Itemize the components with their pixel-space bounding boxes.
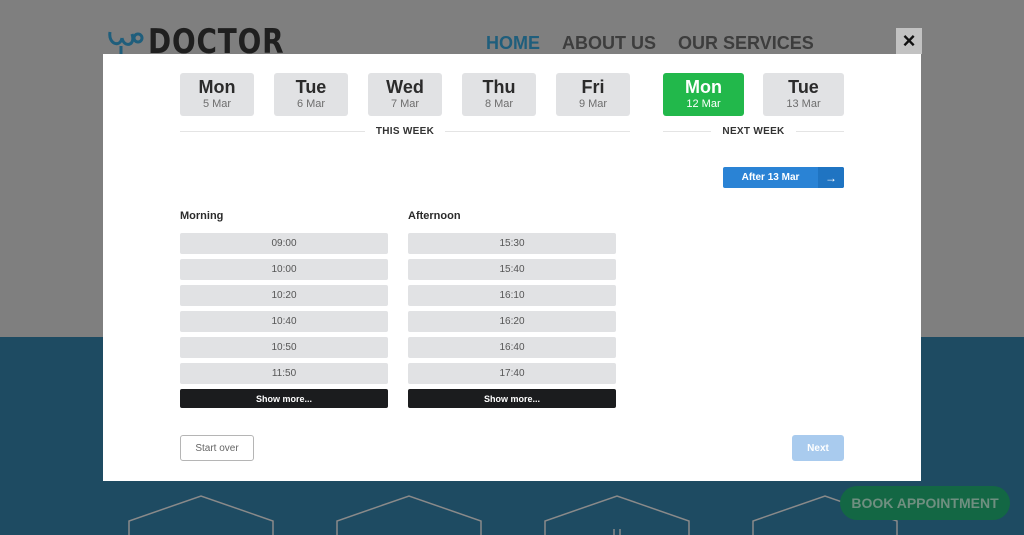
- this-week-label: THIS WEEK: [375, 125, 435, 137]
- day-thu-8-mar[interactable]: Thu 8 Mar: [462, 73, 536, 116]
- divider-line: [180, 130, 365, 132]
- nav-home[interactable]: HOME: [486, 33, 540, 54]
- next-button[interactable]: Next: [792, 435, 844, 461]
- after-button-label: After 13 Mar: [741, 172, 800, 183]
- day-date: 13 Mar: [786, 98, 821, 110]
- day-date: 9 Mar: [578, 98, 608, 110]
- booking-modal: Mon 5 Mar Tue 6 Mar Wed 7 Mar Thu 8 Mar …: [103, 54, 921, 481]
- day-name: Fri: [581, 77, 605, 97]
- time-slot[interactable]: 16:10: [408, 285, 616, 306]
- divider-line: [795, 130, 844, 132]
- morning-title: Morning: [180, 210, 224, 222]
- time-slot[interactable]: 15:30: [408, 233, 616, 254]
- day-name: Tue: [788, 77, 819, 97]
- day-name: Tue: [295, 77, 327, 97]
- time-slot[interactable]: 10:40: [180, 311, 388, 332]
- this-week-divider: THIS WEEK: [180, 124, 631, 138]
- time-slot[interactable]: 11:50: [180, 363, 388, 384]
- afternoon-slots: 15:30 15:40 16:10 16:20 16:40 17:40 Show…: [408, 233, 616, 408]
- start-over-button[interactable]: Start over: [180, 435, 254, 461]
- next-week-divider: NEXT WEEK: [663, 124, 844, 138]
- day-name: Thu: [482, 77, 516, 97]
- day-date: 8 Mar: [484, 98, 514, 110]
- close-modal-button[interactable]: ×: [896, 28, 922, 54]
- time-slot[interactable]: 17:40: [408, 363, 616, 384]
- day-date: 7 Mar: [390, 98, 420, 110]
- time-slot[interactable]: 15:40: [408, 259, 616, 280]
- time-slot[interactable]: 16:40: [408, 337, 616, 358]
- morning-slots: 09:00 10:00 10:20 10:40 10:50 11:50 Show…: [180, 233, 388, 408]
- divider-line: [663, 130, 712, 132]
- book-appointment-button[interactable]: BOOK APPOINTMENT: [840, 486, 1010, 520]
- day-wed-7-mar[interactable]: Wed 7 Mar: [368, 73, 442, 116]
- morning-show-more-button[interactable]: Show more...: [180, 389, 388, 408]
- day-name: Mon: [198, 77, 236, 97]
- nav-about-us[interactable]: ABOUT US: [562, 33, 656, 54]
- day-fri-9-mar[interactable]: Fri 9 Mar: [556, 73, 630, 116]
- after-13-mar-button[interactable]: After 13 Mar →: [723, 167, 844, 188]
- day-mon-5-mar[interactable]: Mon 5 Mar: [180, 73, 254, 116]
- divider-line: [445, 130, 631, 132]
- time-slot[interactable]: 10:20: [180, 285, 388, 306]
- day-date: 6 Mar: [296, 98, 326, 110]
- time-slot[interactable]: 16:20: [408, 311, 616, 332]
- time-slot[interactable]: 09:00: [180, 233, 388, 254]
- day-date: 12 Mar: [686, 98, 721, 110]
- time-slot[interactable]: 10:00: [180, 259, 388, 280]
- afternoon-title: Afternoon: [408, 210, 461, 222]
- next-week-label: NEXT WEEK: [722, 125, 785, 137]
- day-tue-6-mar[interactable]: Tue 6 Mar: [274, 73, 348, 116]
- service-hexagon-icon: [128, 495, 274, 535]
- day-tue-13-mar[interactable]: Tue 13 Mar: [763, 73, 844, 116]
- main-nav: HOME ABOUT US OUR SERVICES: [486, 33, 814, 54]
- day-mon-12-mar[interactable]: Mon 12 Mar: [663, 73, 744, 116]
- time-slot[interactable]: 10:50: [180, 337, 388, 358]
- day-date: 5 Mar: [202, 98, 232, 110]
- day-name: Mon: [685, 77, 722, 97]
- service-hexagon-icon: [336, 495, 482, 535]
- close-icon: ×: [902, 28, 916, 53]
- afternoon-show-more-button[interactable]: Show more...: [408, 389, 616, 408]
- nav-our-services[interactable]: OUR SERVICES: [678, 33, 814, 54]
- service-hexagon-icon: [544, 495, 690, 535]
- arrow-right-icon: →: [818, 167, 844, 188]
- day-name: Wed: [386, 77, 424, 97]
